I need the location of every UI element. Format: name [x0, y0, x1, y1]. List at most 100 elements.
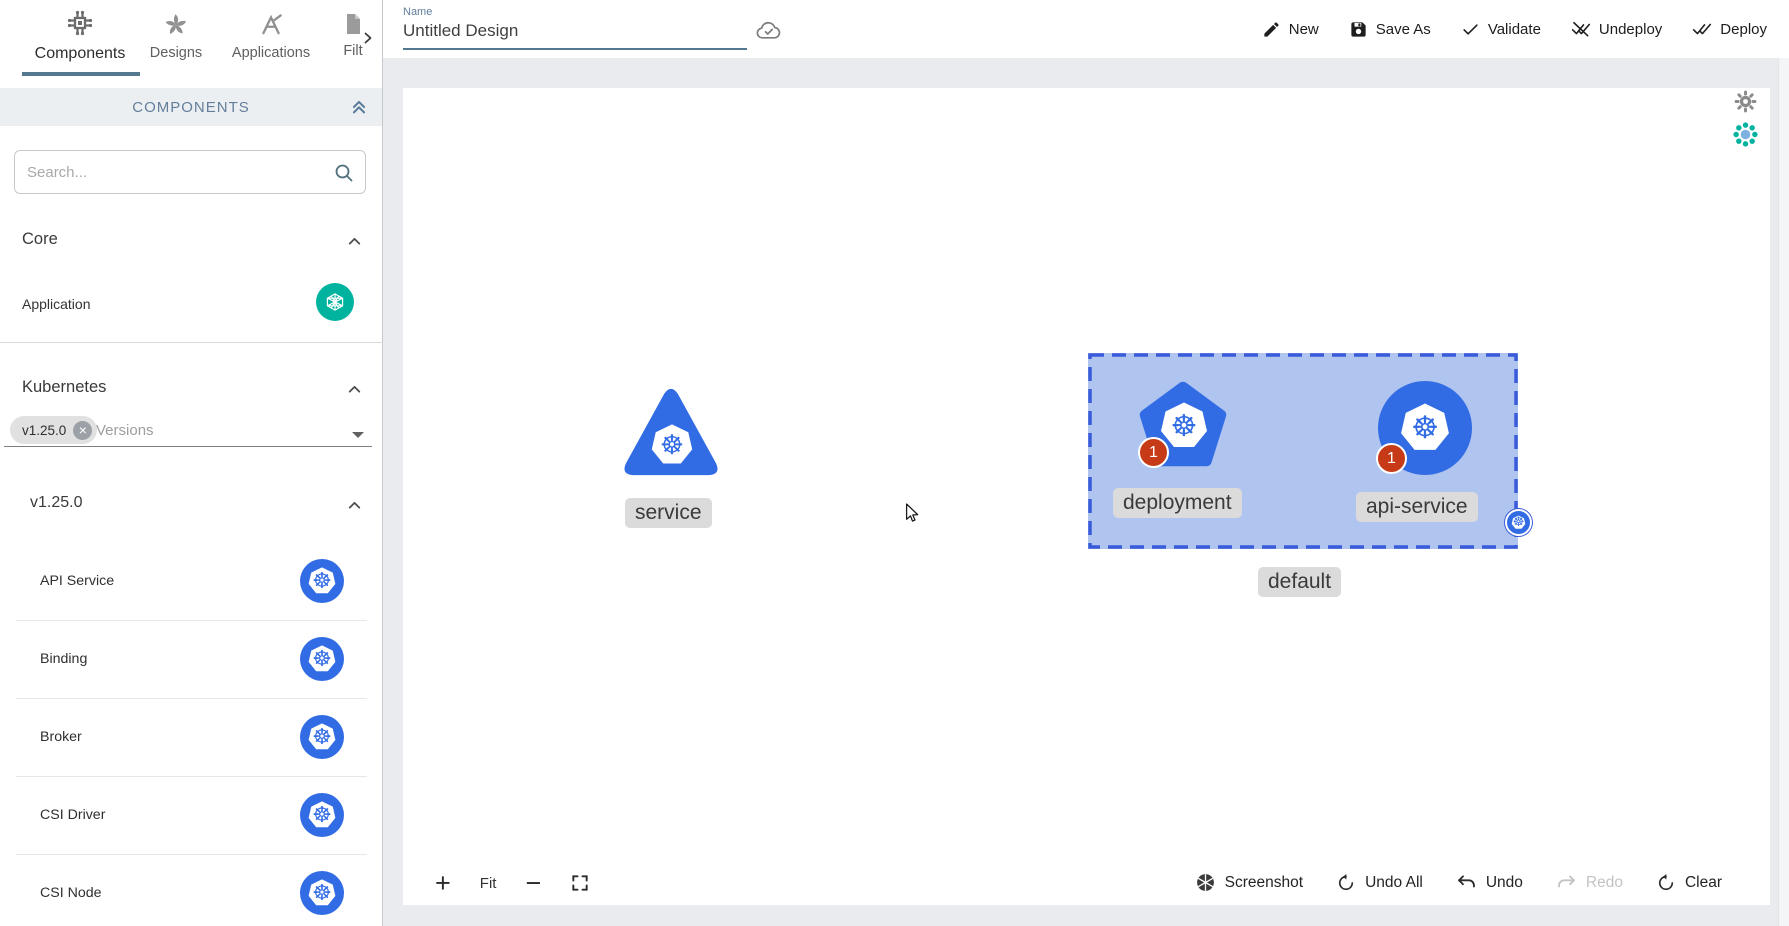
component-item-label: Broker [40, 729, 82, 745]
node-deployment[interactable]: ☸ 1 [1138, 377, 1228, 471]
node-api-service[interactable]: ☸ 1 [1378, 381, 1472, 475]
kubernetes-wheel-icon: ☸ [300, 793, 344, 837]
tab-designs[interactable]: Designs [143, 0, 209, 61]
core-collapse-button[interactable] [346, 233, 363, 250]
section-divider [0, 342, 383, 343]
component-drag-icon-kubernetes[interactable]: ☸ [300, 871, 344, 915]
version-group-title: v1.25.0 [30, 494, 82, 512]
search-icon[interactable] [332, 161, 356, 185]
kubernetes-collapse-button[interactable] [346, 381, 363, 398]
chip-remove-icon[interactable]: × [73, 421, 92, 440]
gear-icon [1733, 89, 1758, 114]
component-item-label: API Service [40, 573, 114, 589]
redo-button[interactable]: Redo [1556, 872, 1623, 893]
design-name-field: Name [403, 4, 747, 50]
group-label-default[interactable]: default [1258, 567, 1341, 597]
chip-icon [64, 7, 96, 39]
screenshot-button[interactable]: Screenshot [1195, 872, 1303, 893]
save-as-button[interactable]: Save As [1349, 20, 1431, 39]
chevron-up-icon [346, 497, 363, 514]
status-badge[interactable]: 1 [1376, 443, 1407, 474]
kubernetes-wheel-icon: ☸ [1399, 402, 1451, 454]
kubernetes-section-title: Kubernetes [22, 378, 106, 397]
cluster-flower-icon [1733, 122, 1758, 147]
component-drag-icon-kubernetes[interactable]: ☸ [300, 793, 344, 837]
fullscreen-icon[interactable] [570, 873, 590, 893]
tab-components[interactable]: Components [10, 0, 150, 63]
pencil-icon [1262, 20, 1281, 39]
double-chevron-up-icon [350, 98, 368, 116]
sidebar-tabs: Components Designs Applications [0, 0, 382, 88]
cloud-done-icon [755, 17, 782, 44]
kubernetes-wheel-icon: ☸ [650, 423, 694, 467]
design-name-input[interactable] [403, 21, 733, 41]
tab-applications[interactable]: Applications [212, 0, 330, 61]
undeploy-button-label: Undeploy [1599, 21, 1662, 38]
kubernetes-wheel-icon: ☸ [1507, 511, 1530, 534]
component-drag-icon-kubernetes[interactable]: ☸ [300, 715, 344, 759]
list-divider [16, 854, 367, 855]
kubernetes-cluster-toggle[interactable] [1733, 122, 1758, 147]
node-label-service[interactable]: service [625, 498, 712, 528]
versions-select-placeholder: Versions [96, 422, 154, 439]
validate-button[interactable]: Validate [1461, 20, 1541, 39]
node-service[interactable]: ☸ [622, 386, 720, 482]
application-drag-icon[interactable] [316, 283, 354, 321]
tab-applications-label: Applications [212, 45, 330, 61]
check-icon [1461, 20, 1480, 39]
deploy-button-label: Deploy [1720, 21, 1767, 38]
panel-collapse-button[interactable] [350, 98, 368, 116]
undo-button[interactable]: Undo [1456, 872, 1523, 893]
shutter-icon [1195, 872, 1216, 893]
toolbar-actions: New Save As Validate Undeploy Deploy [1262, 0, 1767, 58]
pinwheel-icon [162, 11, 190, 39]
zoom-out-button[interactable]: − [525, 871, 541, 895]
tabs-scroll-right-button[interactable] [360, 30, 376, 46]
component-item-label: Binding [40, 651, 87, 667]
component-item-label: CSI Driver [40, 807, 105, 823]
design-canvas[interactable]: ☸ service ☸ 1 deployment ☸ 1 api-service… [403, 88, 1770, 905]
deploy-button[interactable]: Deploy [1692, 19, 1767, 39]
node-label-deployment[interactable]: deployment [1113, 488, 1242, 518]
dropdown-arrow-icon[interactable] [352, 432, 364, 438]
versions-select-underline [4, 446, 372, 447]
panel-title: COMPONENTS [132, 99, 250, 116]
zoom-controls: + Fit − [435, 871, 590, 895]
fit-button[interactable]: Fit [480, 875, 497, 892]
redo-button-label: Redo [1586, 874, 1623, 892]
tab-components-label: Components [10, 45, 150, 63]
version-chip[interactable]: v1.25.0 × [10, 416, 97, 444]
component-drag-icon-kubernetes[interactable]: ☸ [300, 559, 344, 603]
clear-button[interactable]: Clear [1656, 873, 1722, 893]
component-drag-icon-kubernetes[interactable]: ☸ [300, 637, 344, 681]
undo-arrow-icon [1456, 872, 1477, 893]
kubernetes-wheel-icon: ☸ [300, 715, 344, 759]
double-check-slash-icon [1571, 19, 1591, 39]
zoom-in-button[interactable]: + [435, 871, 451, 895]
floppy-icon [1349, 20, 1368, 39]
save-as-button-label: Save As [1376, 21, 1431, 38]
new-button-label: New [1289, 21, 1319, 38]
name-field-label: Name [403, 6, 747, 18]
namespace-group-default[interactable]: ☸ 1 deployment ☸ 1 api-service ☸ [1088, 353, 1518, 549]
search-input[interactable] [27, 151, 327, 193]
restore-icon [1656, 873, 1676, 893]
undo-all-button[interactable]: Undo All [1336, 873, 1423, 893]
group-context-handle[interactable]: ☸ [1505, 509, 1532, 536]
node-label-api-service[interactable]: api-service [1356, 492, 1478, 522]
components-panel-header: COMPONENTS [0, 88, 382, 126]
undeploy-button[interactable]: Undeploy [1571, 19, 1662, 39]
new-button[interactable]: New [1262, 20, 1319, 39]
chevron-up-icon [346, 381, 363, 398]
canvas-settings-button[interactable] [1733, 89, 1758, 114]
page-scrollbar-track[interactable] [1778, 58, 1789, 926]
redo-arrow-icon [1556, 872, 1577, 893]
list-divider [16, 620, 367, 621]
status-badge[interactable]: 1 [1138, 437, 1169, 468]
version-group-collapse-button[interactable] [346, 497, 363, 514]
core-section-title: Core [22, 230, 58, 249]
mouse-cursor [903, 502, 921, 524]
app-frame-icon [257, 11, 285, 39]
component-search [14, 150, 366, 194]
version-chip-label: v1.25.0 [22, 423, 66, 438]
